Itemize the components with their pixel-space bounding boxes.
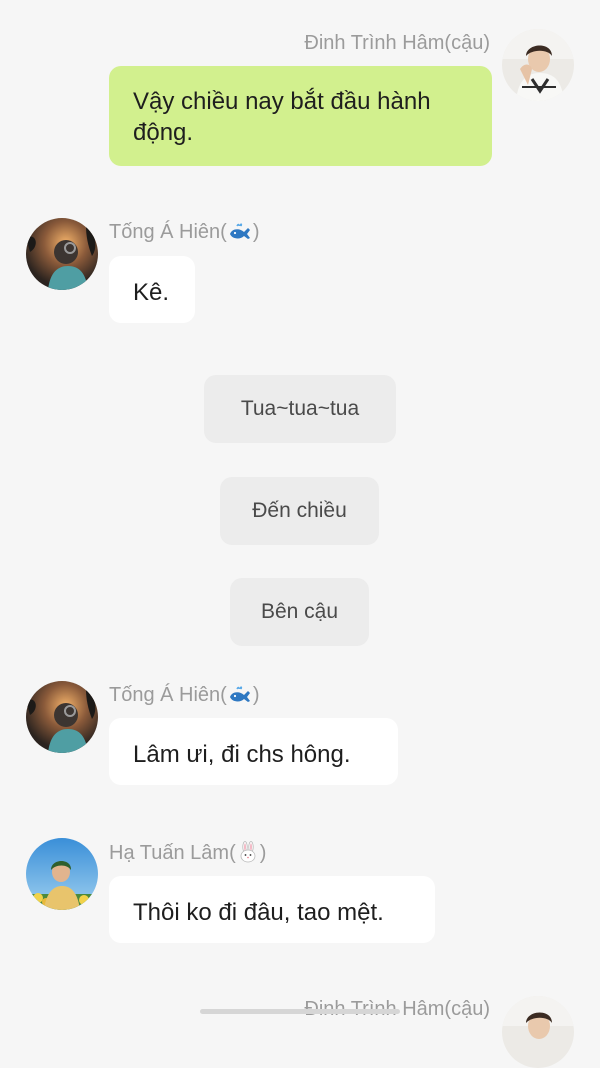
message-bubble[interactable]: Lâm ưi, đi chs hông. bbox=[109, 718, 398, 785]
message-bubble[interactable]: Thôi ko đi đâu, tao mệt. bbox=[109, 876, 435, 943]
system-note: Tua~tua~tua bbox=[204, 375, 396, 443]
avatar-image-dinh-trinh-ham bbox=[502, 29, 574, 101]
sender-name: Tống Á Hiên() bbox=[109, 683, 260, 711]
avatar[interactable] bbox=[26, 838, 98, 910]
avatar[interactable] bbox=[502, 996, 574, 1068]
avatar[interactable] bbox=[26, 681, 98, 753]
sender-name-text: Tống Á Hiên bbox=[109, 684, 221, 706]
system-note: Bên cậu bbox=[230, 578, 369, 646]
sender-name-text: Hạ Tuấn Lâm bbox=[109, 842, 230, 864]
avatar[interactable] bbox=[502, 29, 574, 101]
sender-name-text: Tống Á Hiên bbox=[109, 221, 221, 243]
sender-name: Hạ Tuấn Lâm() bbox=[109, 841, 266, 869]
system-note: Đến chiều bbox=[220, 477, 379, 545]
whale-icon bbox=[228, 685, 252, 711]
avatar-image-ha-tuan-lam bbox=[26, 838, 98, 910]
message-bubble-own[interactable]: Vậy chiều nay bắt đầu hành động. bbox=[109, 66, 492, 166]
home-indicator bbox=[200, 1009, 400, 1014]
avatar-image-tong-a-hien bbox=[26, 218, 98, 290]
sender-name: Tống Á Hiên() bbox=[109, 220, 260, 248]
chat-thread[interactable]: Đinh Trình Hâm(cậu) Vậy chiều nay bắt đầ… bbox=[0, 0, 600, 1068]
avatar[interactable] bbox=[26, 218, 98, 290]
message-bubble[interactable]: Kê. bbox=[109, 256, 195, 323]
rabbit-icon bbox=[237, 841, 259, 869]
sender-name: Đinh Trình Hâm(cậu) bbox=[304, 32, 490, 54]
avatar-image-tong-a-hien bbox=[26, 681, 98, 753]
whale-icon bbox=[228, 222, 252, 248]
avatar-image-dinh-trinh-ham bbox=[502, 996, 574, 1068]
